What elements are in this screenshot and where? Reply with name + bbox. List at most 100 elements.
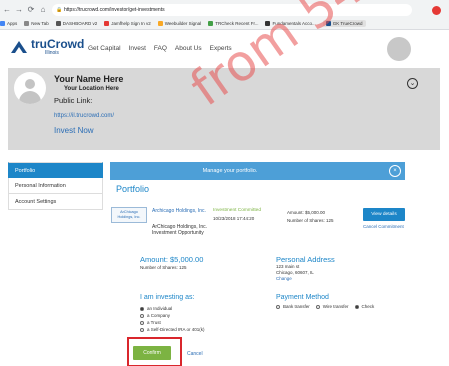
bookmark-label: Apps (7, 21, 18, 26)
radio-button[interactable] (140, 313, 144, 318)
bookmark-new-tab[interactable]: New Tab (24, 21, 49, 26)
apps-icon (0, 21, 5, 26)
address-line-1: 123 main st (276, 264, 300, 269)
user-avatar[interactable] (387, 37, 411, 61)
back-icon[interactable]: ← (2, 5, 12, 14)
nav-experts[interactable]: Experts (210, 45, 232, 52)
logo-mark-icon (11, 41, 27, 53)
site-header: truCrowd Illinois Get Capital Invest FAQ… (0, 30, 449, 68)
cancel-commitment-link[interactable]: Cancel Commitment (363, 224, 404, 229)
bookmark-label: DASHBOARD v2 (62, 21, 98, 26)
address-line-2: Chicago, 60607, IL (276, 270, 314, 275)
trucrowd-logo[interactable]: truCrowd Illinois (10, 38, 84, 56)
payment-method-radio-group: Bank transfer Wire transfer Check (276, 303, 380, 310)
investing-as-heading: I am investing as: (140, 294, 195, 301)
bookmark-jamfhelp[interactable]: Jamfhelp Sign In v2 (104, 21, 151, 26)
page-title: Portfolio (116, 184, 150, 194)
personal-address-heading: Personal Address (276, 255, 335, 264)
radio-bank-transfer[interactable]: Bank transfer (276, 303, 310, 310)
confirm-button[interactable]: Confirm (133, 346, 171, 360)
page-icon (208, 21, 214, 26)
radio-button[interactable] (315, 304, 320, 309)
nav-get-capital[interactable]: Get Capital (88, 45, 121, 52)
radio-button[interactable] (276, 304, 280, 309)
lock-icon: 🔒 (56, 7, 63, 13)
bookmark-apps[interactable]: Apps (0, 21, 17, 26)
radio-label: a Company (147, 313, 171, 318)
radio-label: Wire transfer (322, 304, 349, 309)
investment-status: Investment Committed (213, 208, 261, 213)
sidebar-item-personal-information[interactable]: Personal Information (8, 178, 103, 194)
bookmark-truecrowd[interactable]: GK TrueCrowd (322, 20, 366, 27)
bookmark-trcheck[interactable]: TRCheck Recent Fr... (208, 21, 258, 26)
radio-label: Bank transfer (283, 304, 310, 309)
info-banner-text: Manage your portfolio. (202, 168, 258, 174)
profile-location: Your Location Here (64, 86, 119, 92)
reload-icon[interactable]: ⟳ (26, 5, 36, 14)
bookmark-fundamentals[interactable]: Fundamentals Acco... (265, 21, 316, 26)
home-icon[interactable]: ⌂ (38, 5, 48, 14)
bookmark-dashboard[interactable]: DASHBOARD v2 (55, 21, 98, 26)
radio-trust[interactable]: a Trust (140, 319, 205, 326)
investment-date: 10/23/2018 17:44:20 (213, 216, 255, 221)
browser-nav-row: ← → ⟳ ⌂ 🔒 https://trucrowd.com/investor/… (0, 3, 449, 16)
extension-icon[interactable] (432, 6, 441, 15)
payment-method-heading: Payment Method (276, 294, 329, 301)
invest-now-link[interactable]: Invest Now (54, 126, 94, 135)
view-details-button[interactable]: View details (363, 208, 405, 221)
sidebar-item-portfolio[interactable]: Portfolio (8, 162, 103, 178)
page-icon (325, 21, 331, 26)
page-icon (265, 21, 271, 26)
investor-type-radio-group: an Individual a Company a Trust a Self-D… (140, 305, 205, 333)
investment-description: ArChicago Holdings, Inc. Investment Oppo… (152, 224, 208, 236)
radio-check[interactable]: Check (354, 303, 375, 310)
bookmarks-bar: Apps New Tab DASHBOARD v2 Jamfhelp Sign … (0, 18, 449, 29)
public-link-label: Public Link: (54, 96, 93, 105)
radio-button-selected[interactable] (140, 306, 144, 311)
nav-invest[interactable]: Invest (129, 45, 146, 52)
profile-name: Your Name Here (54, 74, 124, 84)
radio-label: a Trust (147, 320, 161, 325)
page-icon (157, 21, 163, 26)
radio-wire-transfer[interactable]: Wire transfer (315, 303, 349, 310)
radio-label: an Individual (147, 306, 173, 311)
radio-individual[interactable]: an Individual (140, 305, 205, 312)
bookmark-label: GK TrueCrowd (332, 21, 363, 26)
investment-name-link[interactable]: Archicago Holdings, Inc. (152, 208, 212, 214)
nav-faq[interactable]: FAQ (154, 45, 167, 52)
bookmark-label: TRCheck Recent Fr... (215, 21, 259, 26)
radio-label: a Self-Directed IRA or 401(k) (147, 327, 205, 332)
investment-shares: Number of Shares: 125 (287, 218, 334, 223)
radio-label: Check (361, 304, 375, 309)
amount-heading: Amount: $5,000.00 (140, 255, 204, 264)
bookmark-weebuilder[interactable]: Weebuilder Signal (157, 21, 202, 26)
bookmark-label: Jamfhelp Sign In v2 (111, 21, 151, 26)
logo-text: truCrowd (31, 37, 85, 51)
chevron-down-icon[interactable]: ⌄ (407, 78, 418, 89)
top-nav: Get Capital Invest FAQ About Us Experts (88, 45, 240, 52)
browser-chrome: ← → ⟳ ⌂ 🔒 https://trucrowd.com/investor/… (0, 0, 449, 30)
investment-amount: Amount: $5,000.00 (287, 210, 326, 215)
change-address-link[interactable]: Change (276, 276, 292, 281)
url-text: https://trucrowd.com/investor/get-invest… (64, 7, 165, 13)
address-bar[interactable]: 🔒 https://trucrowd.com/investor/get-inve… (52, 4, 412, 16)
page-icon (24, 21, 30, 26)
investment-thumbnail[interactable]: ArChicago Holdings, Inc. (111, 207, 147, 223)
sidebar-item-account-settings[interactable]: Account Settings (8, 194, 103, 210)
sidebar: Portfolio Personal Information Account S… (8, 162, 103, 210)
radio-company[interactable]: a Company (140, 312, 205, 319)
radio-self-directed-ira[interactable]: a Self-Directed IRA or 401(k) (140, 326, 205, 333)
radio-button[interactable] (140, 320, 144, 325)
forward-icon[interactable]: → (14, 5, 24, 14)
shares-text: Number of Shares: 125 (140, 265, 187, 270)
cancel-link[interactable]: Cancel (187, 351, 203, 357)
bookmark-label: Weebuilder Signal (164, 21, 202, 26)
bookmark-label: New Tab (31, 21, 49, 26)
bookmark-label: Fundamentals Acco... (272, 21, 316, 26)
public-link[interactable]: https://il.trucrowd.com/ (54, 113, 114, 119)
close-icon[interactable]: × (389, 165, 401, 177)
info-banner: Manage your portfolio. × (110, 162, 405, 180)
nav-about-us[interactable]: About Us (175, 45, 202, 52)
radio-button-selected[interactable] (354, 304, 359, 309)
radio-button[interactable] (140, 327, 144, 332)
